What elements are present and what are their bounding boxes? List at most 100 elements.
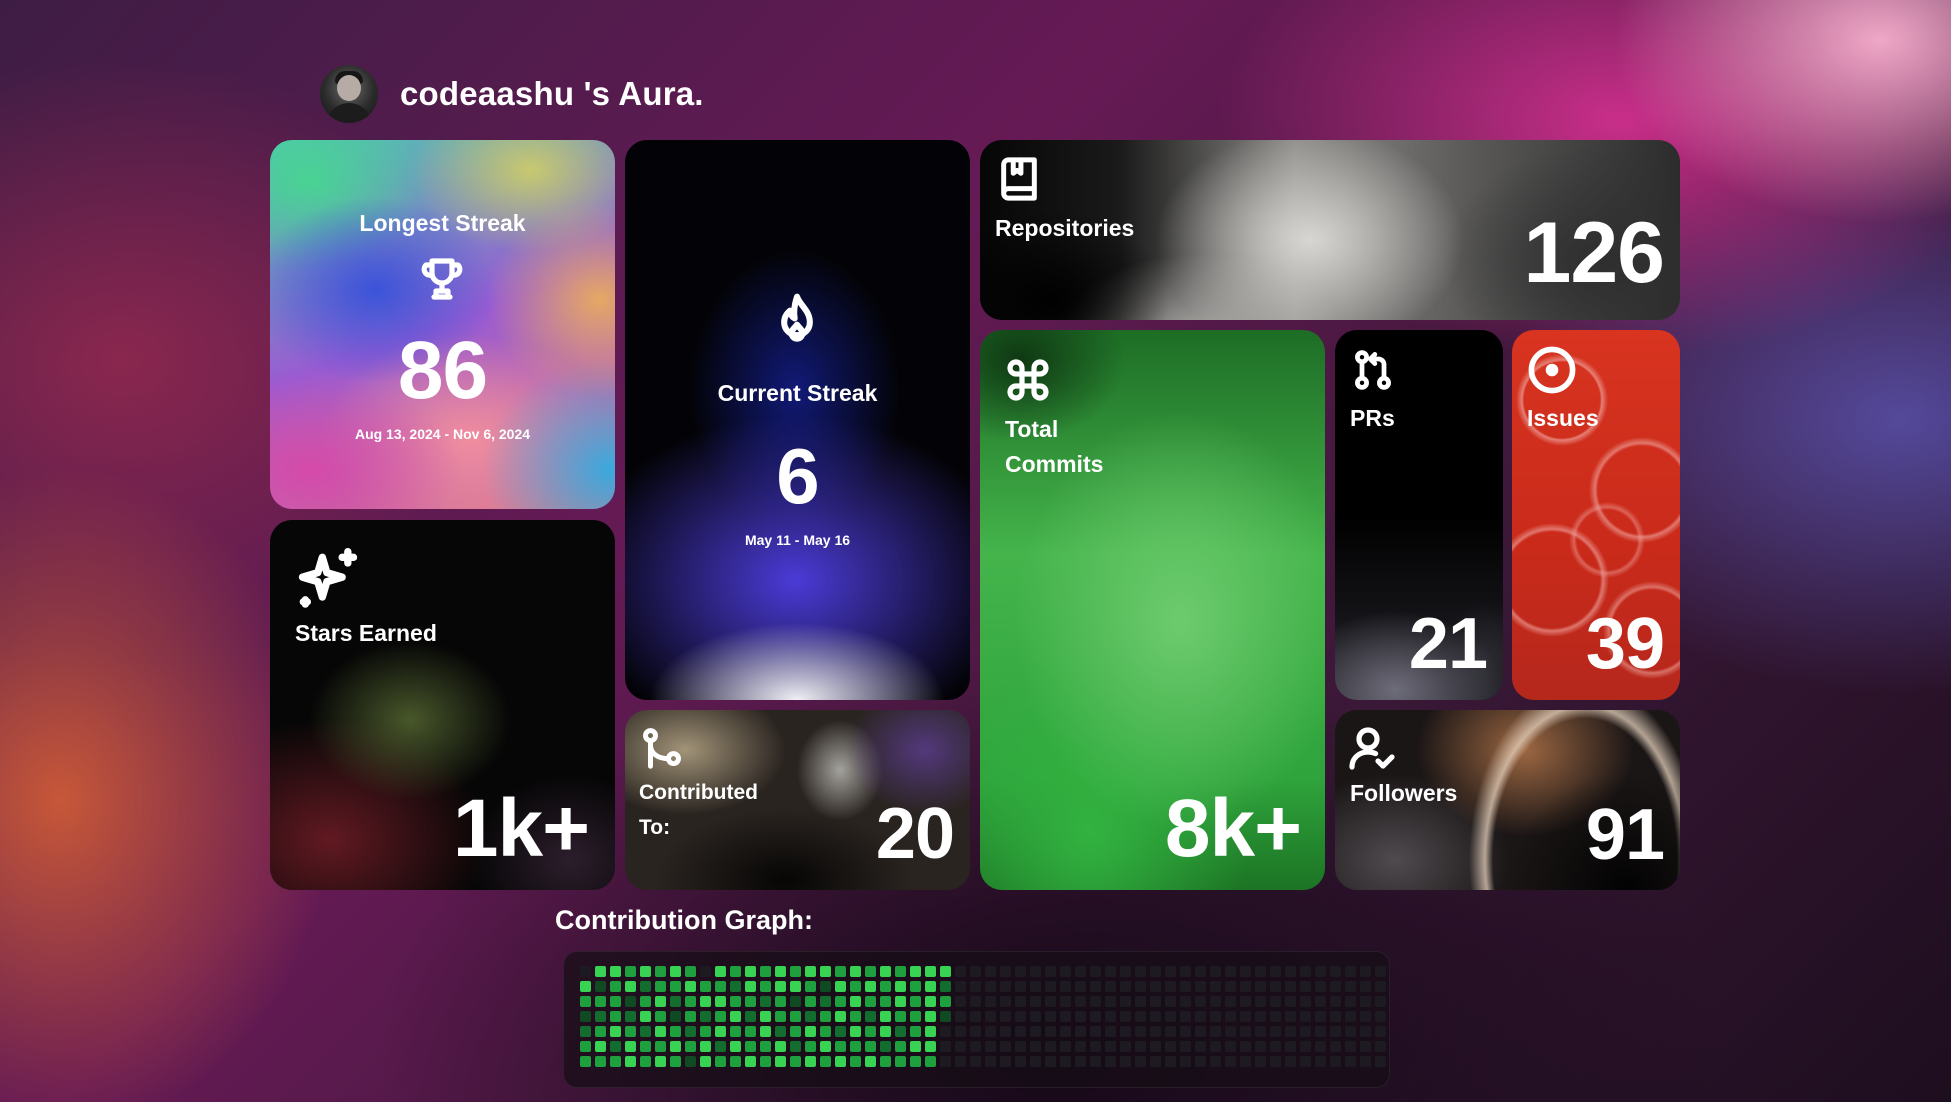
repositories-card[interactable]: Repositories 126 [980, 140, 1680, 320]
issues-label: Issues [1527, 405, 1599, 431]
contribution-cell [1300, 1026, 1311, 1037]
contribution-cell [595, 1011, 606, 1022]
contribution-cell [805, 1026, 816, 1037]
contribution-cell [1000, 1056, 1011, 1067]
contribution-cell [1150, 1011, 1161, 1022]
contribution-cell [1285, 1026, 1296, 1037]
contribution-cell [760, 996, 771, 1007]
contribution-cell [1030, 1026, 1041, 1037]
contribution-cell [1150, 966, 1161, 977]
contribution-cell [1135, 966, 1146, 977]
contribution-cell [820, 1056, 831, 1067]
longest-streak-value: 86 [397, 325, 488, 416]
contribution-cell [910, 1011, 921, 1022]
contribution-cell [1165, 1041, 1176, 1052]
contribution-cell [1240, 1056, 1251, 1067]
contribution-cell [925, 966, 936, 977]
contribution-cell [1180, 1056, 1191, 1067]
contribution-cell [1000, 1026, 1011, 1037]
contribution-cell [1120, 966, 1131, 977]
contributed-to-card[interactable]: Contributed To: 20 [625, 710, 970, 890]
contribution-cell [790, 1026, 801, 1037]
contribution-cell [955, 1026, 966, 1037]
contribution-cell [820, 1026, 831, 1037]
contribution-cell [1060, 1041, 1071, 1052]
repositories-label: Repositories [995, 215, 1135, 241]
issues-card[interactable]: Issues 39 [1512, 330, 1680, 700]
contribution-cell [985, 1011, 996, 1022]
contribution-cell [1330, 996, 1341, 1007]
contribution-cell [1180, 1041, 1191, 1052]
prs-card[interactable]: PRs 21 [1335, 330, 1503, 700]
contribution-cell [925, 981, 936, 992]
contribution-cell [730, 1026, 741, 1037]
contribution-cell [955, 981, 966, 992]
current-streak-card[interactable]: Current Streak 6 May 11 - May 16 [625, 140, 970, 700]
contribution-cell [1330, 1011, 1341, 1022]
contribution-cell [730, 1056, 741, 1067]
contribution-cell [1240, 1041, 1251, 1052]
stars-earned-card[interactable]: Stars Earned 1k+ [270, 520, 615, 890]
contribution-cell [1360, 1056, 1371, 1067]
contribution-cell [625, 966, 636, 977]
contribution-cell [745, 996, 756, 1007]
contribution-cell [1255, 1011, 1266, 1022]
contribution-cell [1210, 966, 1221, 977]
contribution-cell [970, 1041, 981, 1052]
trophy-icon [421, 258, 463, 300]
book-icon [1001, 157, 1037, 201]
contribution-cell [595, 966, 606, 977]
contribution-cell [1135, 996, 1146, 1007]
contribution-cell [910, 981, 921, 992]
contribution-cell [1060, 981, 1071, 992]
contribution-cell [1165, 966, 1176, 977]
contribution-cell [1255, 1056, 1266, 1067]
contribution-cell [1075, 1041, 1086, 1052]
contribution-cell [1255, 1041, 1266, 1052]
repositories-value: 126 [1523, 205, 1665, 301]
contribution-cell [835, 981, 846, 992]
contribution-cell [1105, 1011, 1116, 1022]
contribution-cell [1375, 966, 1386, 977]
contribution-cell [1360, 996, 1371, 1007]
issues-value: 39 [1585, 604, 1665, 684]
contribution-cell [1120, 981, 1131, 992]
contribution-cell [1165, 981, 1176, 992]
contribution-cell [1270, 1011, 1281, 1022]
contribution-cell [1090, 996, 1101, 1007]
prs-label: PRs [1350, 405, 1395, 431]
contribution-cell [805, 981, 816, 992]
contribution-cell [745, 1041, 756, 1052]
contribution-cell [835, 1026, 846, 1037]
contribution-cell [1300, 966, 1311, 977]
contribution-cell [1045, 981, 1056, 992]
contribution-cell [1015, 1011, 1026, 1022]
contribution-cell [1210, 1056, 1221, 1067]
stars-earned-value: 1k+ [452, 783, 590, 874]
contribution-cell [1195, 1056, 1206, 1067]
contribution-cell [925, 996, 936, 1007]
contribution-cell [1285, 1011, 1296, 1022]
current-streak-value: 6 [776, 432, 819, 520]
followers-card[interactable]: Followers 91 [1335, 710, 1680, 890]
total-commits-card[interactable]: Total Commits 8k+ [980, 330, 1325, 890]
command-icon [1007, 359, 1049, 401]
contribution-cell [955, 1041, 966, 1052]
contribution-cell [1015, 996, 1026, 1007]
contribution-cell [865, 1011, 876, 1022]
contribution-cell [595, 1041, 606, 1052]
contribution-cell [760, 1026, 771, 1037]
contribution-cell [1315, 1026, 1326, 1037]
contribution-cell [895, 996, 906, 1007]
contribution-cell [1300, 1056, 1311, 1067]
contribution-cell [625, 981, 636, 992]
contribution-cell [1240, 981, 1251, 992]
contribution-cell [940, 1011, 951, 1022]
contribution-cell [835, 1011, 846, 1022]
contribution-cell [985, 996, 996, 1007]
contribution-cell [1045, 1011, 1056, 1022]
contribution-cell [820, 966, 831, 977]
longest-streak-card[interactable]: Longest Streak 86 Aug 13, 2024 - Nov 6, … [270, 140, 615, 509]
contribution-cell [880, 996, 891, 1007]
contribution-cell [805, 1041, 816, 1052]
